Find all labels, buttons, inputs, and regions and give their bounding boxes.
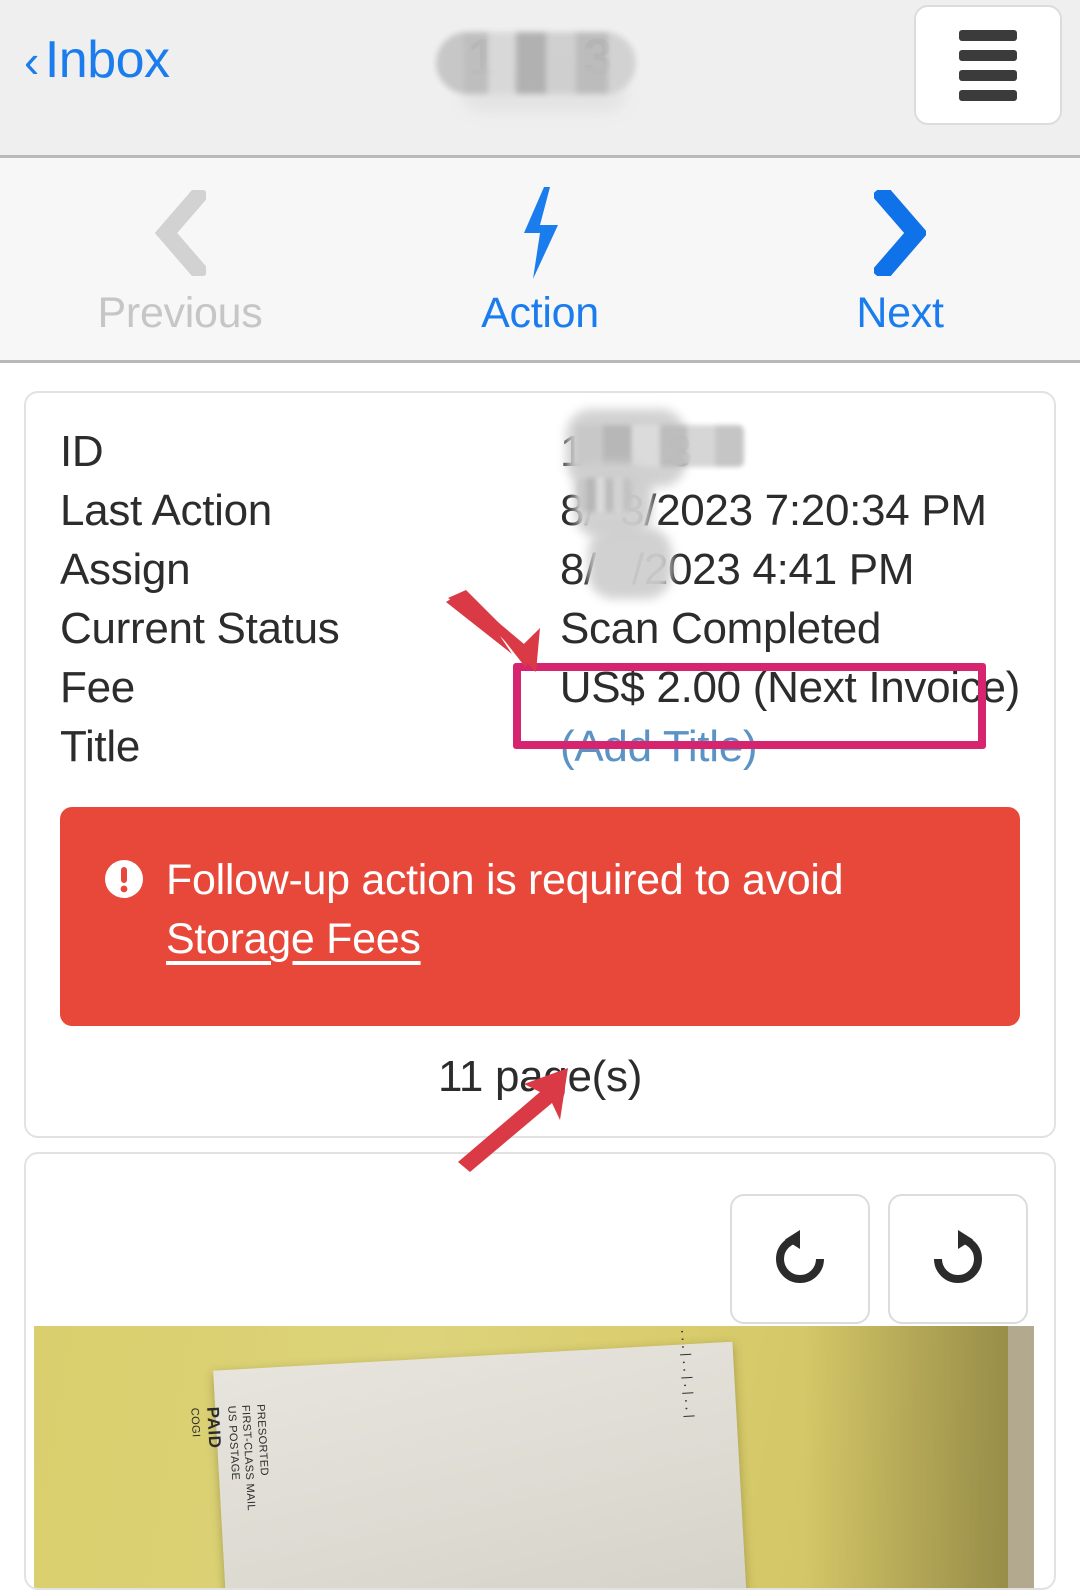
hamburger-menu-icon [959, 49, 1017, 61]
next-label: Next [856, 288, 944, 337]
detail-label: ID [60, 427, 104, 476]
title-redaction-pixelation [436, 32, 636, 94]
rotate-right-button[interactable] [888, 1193, 1028, 1324]
document-viewer-card: PRESORTED FIRST-CLASS MAIL US POSTAGE PA… [24, 1151, 1056, 1590]
envelope-image: PRESORTED FIRST-CLASS MAIL US POSTAGE PA… [188, 1326, 747, 1588]
detail-label: Assign [60, 545, 191, 594]
app-root: ‹ Inbox 1 3 Previous [0, 0, 1080, 1593]
stamp-paid: PAID [203, 1405, 225, 1449]
photo-shadow [804, 1325, 1034, 1588]
assign-suffix: /2023 4:41 PM [631, 545, 915, 594]
alert-message: Follow-up action is required to avoid [166, 856, 844, 904]
id-redaction-pixelation [576, 425, 744, 467]
app-header: ‹ Inbox 1 3 [0, 0, 1080, 158]
stamp-line-1: PRESORTED [254, 1403, 271, 1476]
navigation-toolbar: Previous Action Next [0, 158, 1080, 363]
detail-value-assign: 8/ /2023 4:41 PM [560, 527, 915, 599]
exclamation-circle-icon [105, 860, 143, 898]
previous-button[interactable]: Previous [0, 181, 360, 338]
photo-edge [1008, 1325, 1034, 1588]
detail-row-current-status: Current Status Scan Completed [60, 604, 1020, 663]
action-label: Action [481, 288, 599, 337]
detail-row-fee: Fee US$ 2.00 (Next Invoice) [60, 663, 1020, 722]
detail-row-title: Title (Add Title) [60, 722, 1020, 781]
assign-redaction-blur [588, 527, 672, 599]
chevron-right-icon [874, 181, 926, 285]
detail-label: Current Status [60, 604, 340, 653]
chevron-left-icon [154, 181, 206, 285]
detail-value-fee: US$ 2.00 (Next Invoice) [559, 663, 1021, 712]
mail-barcode: |||..|||||.||..||.|||||...|..|.|..| [668, 1326, 697, 1421]
detail-list: ID 1 73 Last Action 8/ 3/2023 7:20:34 PM… [26, 393, 1054, 781]
rotate-controls [730, 1193, 1028, 1324]
detail-row-id: ID 1 73 [60, 409, 1020, 487]
storage-fees-link[interactable]: Storage Fees [166, 915, 421, 963]
alert-text-block: Follow-up action is required to avoid St… [166, 851, 844, 970]
stamp-permit: COGI [188, 1407, 202, 1438]
next-button[interactable]: Next [720, 181, 1080, 338]
detail-label: Title [60, 722, 140, 771]
add-title-link[interactable]: (Add Title) [560, 722, 758, 772]
mail-photo-preview[interactable]: PRESORTED FIRST-CLASS MAIL US POSTAGE PA… [34, 1325, 1034, 1588]
hamburger-menu-icon [959, 89, 1017, 101]
detail-row-last-action: Last Action 8/ 3/2023 7:20:34 PM [60, 462, 1020, 545]
mail-details-card: ID 1 73 Last Action 8/ 3/2023 7:20:34 PM… [24, 391, 1056, 1138]
detail-label: Last Action [60, 486, 272, 535]
rotate-counterclockwise-icon [776, 1229, 824, 1283]
page-count-label: 11 page(s) [437, 1051, 643, 1101]
rotate-clockwise-icon [934, 1229, 982, 1283]
detail-row-assign: Assign 8/ /2023 4:41 PM [60, 527, 1020, 604]
hamburger-menu-icon [959, 29, 1017, 41]
postage-stamp-text: PRESORTED FIRST-CLASS MAIL US POSTAGE PA… [187, 1403, 273, 1513]
action-button[interactable]: Action [360, 181, 720, 338]
hamburger-menu-icon [959, 69, 1017, 81]
alert-line: Follow-up action is required to avoid St… [104, 851, 976, 970]
storage-fee-alert: Follow-up action is required to avoid St… [60, 807, 1020, 1026]
last-action-suffix: 3/2023 7:20:34 PM [619, 486, 987, 535]
rotate-left-button[interactable] [730, 1193, 870, 1324]
detail-value-current-status: Scan Completed [560, 604, 882, 653]
lightning-bolt-icon [509, 181, 571, 285]
previous-label: Previous [97, 288, 263, 337]
detail-label: Fee [60, 663, 135, 712]
last-action-redaction-pixelation [578, 478, 632, 512]
hamburger-menu-button[interactable] [914, 5, 1062, 125]
